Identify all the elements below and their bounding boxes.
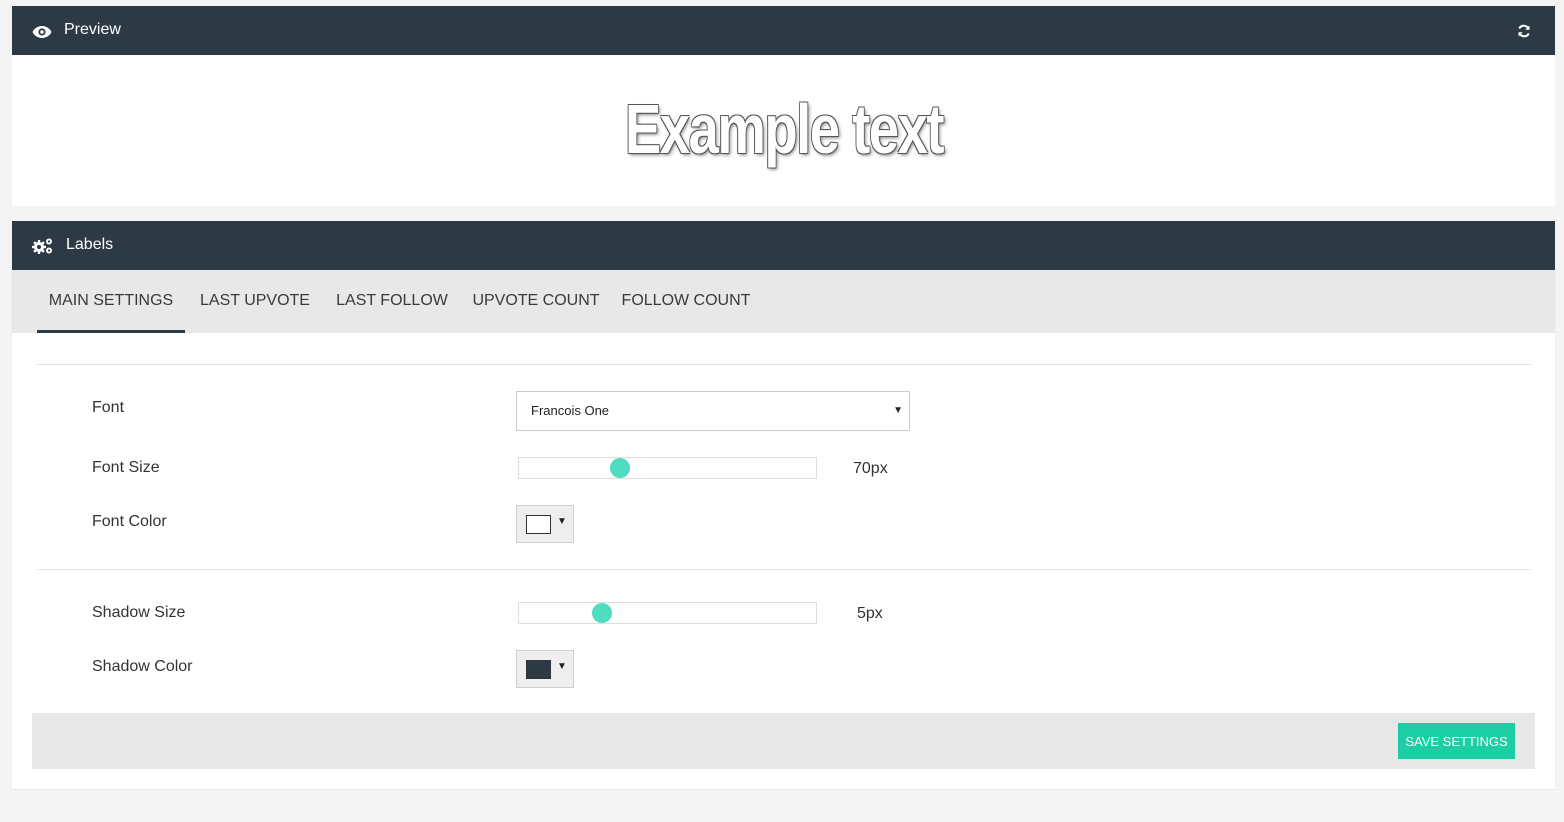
settings-footer: SAVE SETTINGS: [32, 713, 1535, 769]
tab-follow-count[interactable]: FOLLOW COUNT: [616, 270, 756, 333]
chevron-down-icon: ▼: [893, 405, 903, 416]
labels-panel-body: MAIN SETTINGS LAST UPVOTE LAST FOLLOW UP…: [12, 270, 1555, 789]
preview-title: Preview: [64, 21, 121, 38]
shadow-color-label: Shadow Color: [92, 658, 193, 675]
shadow-size-label: Shadow Size: [92, 604, 186, 621]
tab-last-follow[interactable]: LAST FOLLOW: [328, 270, 456, 333]
font-size-slider[interactable]: [518, 457, 817, 479]
font-color-picker[interactable]: ▼: [516, 505, 574, 543]
font-color-label: Font Color: [92, 513, 167, 530]
tab-last-upvote[interactable]: LAST UPVOTE: [192, 270, 318, 333]
font-size-label: Font Size: [92, 459, 160, 476]
shadow-color-picker[interactable]: ▼: [516, 650, 574, 688]
chevron-down-icon: ▼: [557, 516, 567, 527]
labels-title: Labels: [66, 236, 114, 253]
shadow-size-value: 5px: [857, 605, 883, 622]
labels-panel-header: Labels: [12, 221, 1555, 270]
chevron-down-icon: ▼: [557, 661, 567, 672]
shadow-size-slider-thumb[interactable]: [592, 603, 613, 623]
tab-upvote-count[interactable]: UPVOTE COUNT: [466, 270, 606, 333]
eye-icon: [32, 26, 52, 38]
refresh-icon[interactable]: [1517, 23, 1531, 39]
font-select-value: Francois One: [531, 403, 610, 418]
divider: [37, 364, 1531, 365]
shadow-color-swatch: [526, 660, 551, 679]
preview-area: Example text: [12, 55, 1555, 206]
divider: [37, 569, 1531, 570]
cogs-icon: [32, 238, 52, 254]
font-label: Font: [92, 399, 125, 416]
shadow-size-slider[interactable]: [518, 602, 817, 624]
save-settings-button[interactable]: SAVE SETTINGS: [1398, 723, 1515, 759]
font-select[interactable]: Francois One ▼: [516, 391, 910, 431]
font-size-slider-thumb[interactable]: [609, 458, 630, 478]
example-text: Example text: [624, 89, 944, 168]
tab-main-settings[interactable]: MAIN SETTINGS: [37, 270, 185, 333]
font-color-swatch: [526, 515, 551, 534]
font-size-value: 70px: [853, 460, 888, 477]
preview-panel-header: Preview: [12, 6, 1555, 55]
settings-tabs: MAIN SETTINGS LAST UPVOTE LAST FOLLOW UP…: [12, 270, 1555, 333]
